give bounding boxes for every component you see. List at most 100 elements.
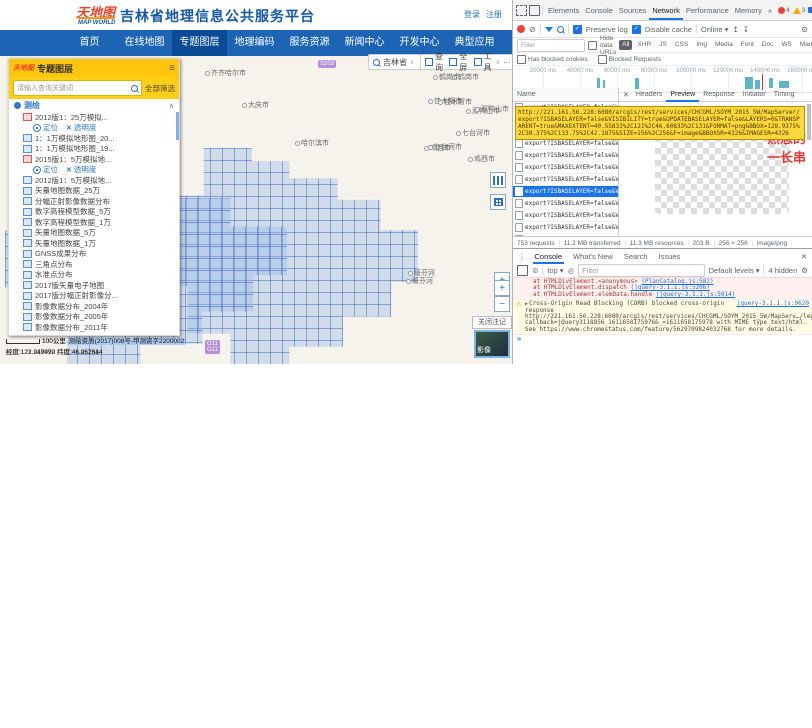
search-icon[interactable]: [131, 85, 138, 92]
sidebar-layer-item[interactable]: 矢量地图数据_1万: [9, 238, 179, 249]
issues-badge[interactable]: 57: [808, 7, 812, 14]
disable-cache-checkbox[interactable]: ✓: [632, 25, 641, 34]
drawer-kebab-icon[interactable]: ⋮: [518, 252, 526, 261]
drawer-tab[interactable]: What's New: [571, 249, 615, 264]
network-filter-chip[interactable]: XHR: [634, 40, 654, 50]
close-drawer-icon[interactable]: ✕: [801, 252, 807, 261]
filter-all-button[interactable]: 全部筛选: [145, 83, 175, 94]
source-link[interactable]: jquery-3.1.1.js:9620: [737, 301, 809, 307]
basemap-thumbnail[interactable]: 影像: [474, 330, 510, 358]
record-icon[interactable]: [517, 25, 525, 33]
blocked-requests-checkbox[interactable]: [598, 55, 607, 64]
devtools-tab[interactable]: Memory: [732, 1, 765, 20]
network-request-row[interactable]: export?ISBASELAYER=false&VISIBILITY=tru: [513, 174, 618, 186]
error-badge[interactable]: 4: [778, 7, 790, 14]
name-column-header[interactable]: Name: [513, 88, 619, 102]
network-filter-chip[interactable]: Doc: [759, 40, 777, 50]
console-prompt[interactable]: >: [513, 335, 812, 343]
fullscreen-button[interactable]: 全屏: [449, 51, 470, 73]
sidebar-layer-item[interactable]: 数字高程模型数据_1万: [9, 217, 179, 228]
throttling-select[interactable]: Online ▾: [701, 25, 729, 34]
sidebar-layer-item[interactable]: 2012版1：25万模拟...: [9, 112, 179, 123]
sidebar-layer-item[interactable]: 三角点分布: [9, 259, 179, 270]
devtools-tab[interactable]: Elements: [545, 1, 582, 20]
sidebar-layer-item[interactable]: 影像数据分布_2004年: [9, 301, 179, 312]
import-har-icon[interactable]: ↥: [732, 25, 738, 34]
hide-data-urls-checkbox[interactable]: [588, 41, 597, 50]
grid-widget-button[interactable]: [490, 194, 506, 210]
drawer-tab[interactable]: Issues: [657, 249, 683, 264]
sidebar-layer-item[interactable]: 1：1万模拟地形图_19...: [9, 144, 179, 155]
sidebar-layer-item[interactable]: GNSS成果分布: [9, 249, 179, 260]
sidebar-layer-item[interactable]: 1：1万模拟地形图_20...: [9, 133, 179, 144]
network-request-row[interactable]: export?ISBASELAYER=false&VISIBILITY=tru: [513, 198, 618, 210]
nav-item[interactable]: 首页: [62, 30, 117, 56]
more-button[interactable]: ···: [503, 58, 511, 67]
devtools-tab[interactable]: Console: [582, 1, 616, 20]
network-request-row[interactable]: export?ISBASELAYER=false&VISIBILITY=tru: [513, 150, 618, 162]
devtools-tab[interactable]: Network: [649, 1, 683, 20]
locate-action[interactable]: 定位: [33, 122, 58, 133]
zoom-out-button[interactable]: −: [494, 296, 510, 312]
opacity-action[interactable]: ✕透明度: [66, 122, 96, 133]
network-filter-chip[interactable]: CSS: [672, 40, 691, 50]
network-filter-chip[interactable]: Font: [738, 40, 757, 50]
network-filter-chip[interactable]: Media: [712, 40, 736, 50]
layer-search-input[interactable]: 请输入查询关键词: [13, 80, 142, 96]
blocked-cookies-checkbox[interactable]: [517, 55, 526, 64]
network-filter-chip[interactable]: Img: [693, 40, 710, 50]
devtools-tab[interactable]: »: [765, 1, 775, 20]
network-request-row[interactable]: export?ISBASELAYER=false&VISIBILITY=tru: [513, 186, 618, 198]
nav-item[interactable]: 新闻中心: [337, 30, 392, 56]
tools-button[interactable]: 工具∧: [474, 51, 500, 73]
sidebar-layer-item[interactable]: 水准点分布: [9, 270, 179, 281]
search-icon[interactable]: [557, 26, 564, 33]
nav-item[interactable]: 专题图层: [172, 30, 227, 56]
network-panel-tab[interactable]: Timing: [770, 88, 799, 102]
layer-group-header[interactable]: 测绘 ∧: [9, 99, 179, 112]
collapse-caret-icon[interactable]: ∧: [169, 102, 174, 110]
drawer-tab[interactable]: Console: [533, 249, 565, 264]
query-button[interactable]: 查询: [425, 51, 446, 73]
console-message[interactable]: at HTMLDivElement.<anonymous> (PlanCatal…: [513, 277, 812, 300]
nav-item[interactable]: 服务资源: [282, 30, 337, 56]
close-detail-icon[interactable]: ✕: [620, 91, 632, 99]
nav-item[interactable]: 在线地图: [117, 30, 172, 56]
panel-scrollbar[interactable]: [176, 112, 179, 140]
live-expression-eye-icon[interactable]: ◎: [568, 266, 575, 275]
sidebar-layer-item[interactable]: 分幅正射影像数据分布: [9, 196, 179, 207]
inspect-icon[interactable]: [516, 5, 527, 16]
network-request-row[interactable]: export?ISBASELAYER=false&VISIBILITY=tru: [513, 222, 618, 234]
devtools-tab[interactable]: Performance: [683, 1, 732, 20]
console-filter-input[interactable]: Filter: [578, 264, 704, 277]
panel-menu-icon[interactable]: ≡: [169, 63, 175, 74]
network-filter-chip[interactable]: JS: [656, 40, 670, 50]
network-filter-chip[interactable]: WS: [778, 40, 794, 50]
sidebar-layer-item[interactable]: 2017版矢量电子地图: [9, 280, 179, 291]
sidebar-layer-item[interactable]: 数字高程模型数据_5万: [9, 207, 179, 218]
opacity-action[interactable]: ✕透明度: [66, 164, 96, 175]
network-filter-chip[interactable]: All: [619, 40, 632, 50]
register-link[interactable]: 注册: [486, 9, 502, 20]
console-message[interactable]: jquery-3.1.1.js:9620▶Cross-Origin Read B…: [513, 300, 812, 335]
sidebar-layer-item[interactable]: 2012版1：5万模拟地...: [9, 175, 179, 186]
preserve-log-checkbox[interactable]: ✓: [573, 25, 582, 34]
console-sidebar-icon[interactable]: [517, 265, 528, 276]
filter-funnel-icon[interactable]: [545, 27, 553, 32]
clear-icon[interactable]: ⊘: [529, 25, 536, 34]
console-settings-icon[interactable]: ⚙: [801, 266, 808, 275]
network-panel-tab[interactable]: Preview: [666, 88, 699, 102]
toggle-labels-button[interactable]: 关闭注记: [472, 316, 512, 329]
network-filter-input[interactable]: Filter: [517, 39, 585, 52]
login-link[interactable]: 登录: [464, 9, 480, 20]
sidebar-layer-item[interactable]: 影像数据分布_2005年: [9, 312, 179, 323]
clear-console-icon[interactable]: ⊘: [532, 266, 538, 275]
network-panel-tab[interactable]: Response: [699, 88, 739, 102]
sidebar-layer-item[interactable]: 2015版1：5万模拟地...: [9, 154, 179, 165]
devtools-tab[interactable]: Sources: [616, 1, 650, 20]
drawer-tab[interactable]: Search: [622, 249, 650, 264]
network-settings-icon[interactable]: ⚙: [801, 25, 808, 34]
region-select[interactable]: 吉林省∧: [368, 54, 426, 70]
warning-badge[interactable]: 3: [793, 7, 806, 14]
sidebar-layer-item[interactable]: 矢量地图数据_25万: [9, 186, 179, 197]
